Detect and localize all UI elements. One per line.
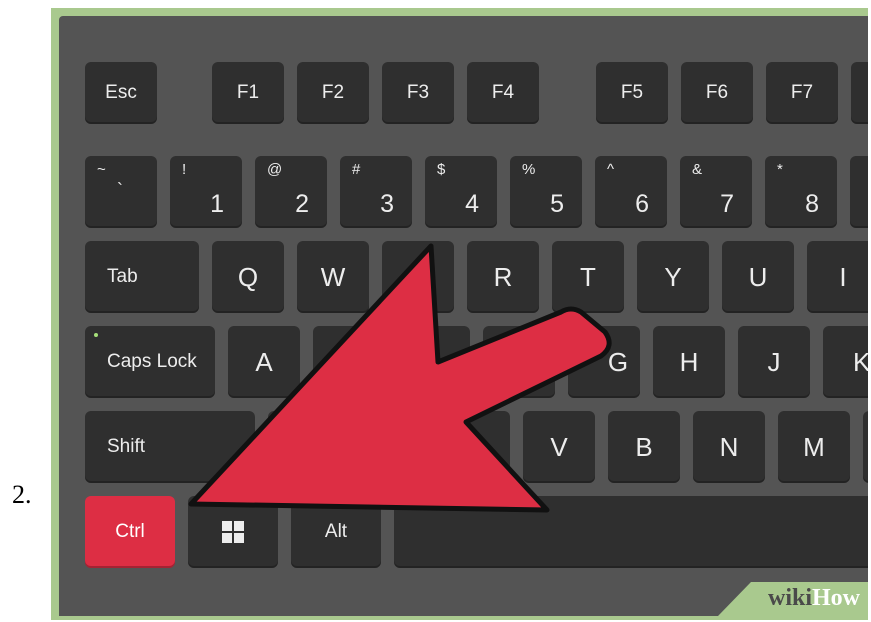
watermark-wiki: wiki: [767, 585, 812, 611]
illustration-frame: Esc F1 F2 F3 F4 F5 F6 F7 ~ ` ! 1 @2 #3 $4 …: [51, 8, 868, 620]
watermark-how: How: [812, 585, 860, 611]
red-arrow-icon: [188, 243, 612, 513]
wikihow-watermark: wikiHow: [708, 580, 868, 616]
keyboard: Esc F1 F2 F3 F4 F5 F6 F7 ~ ` ! 1 @2 #3 $4 …: [59, 16, 868, 616]
step-number: 2.: [12, 480, 32, 509]
